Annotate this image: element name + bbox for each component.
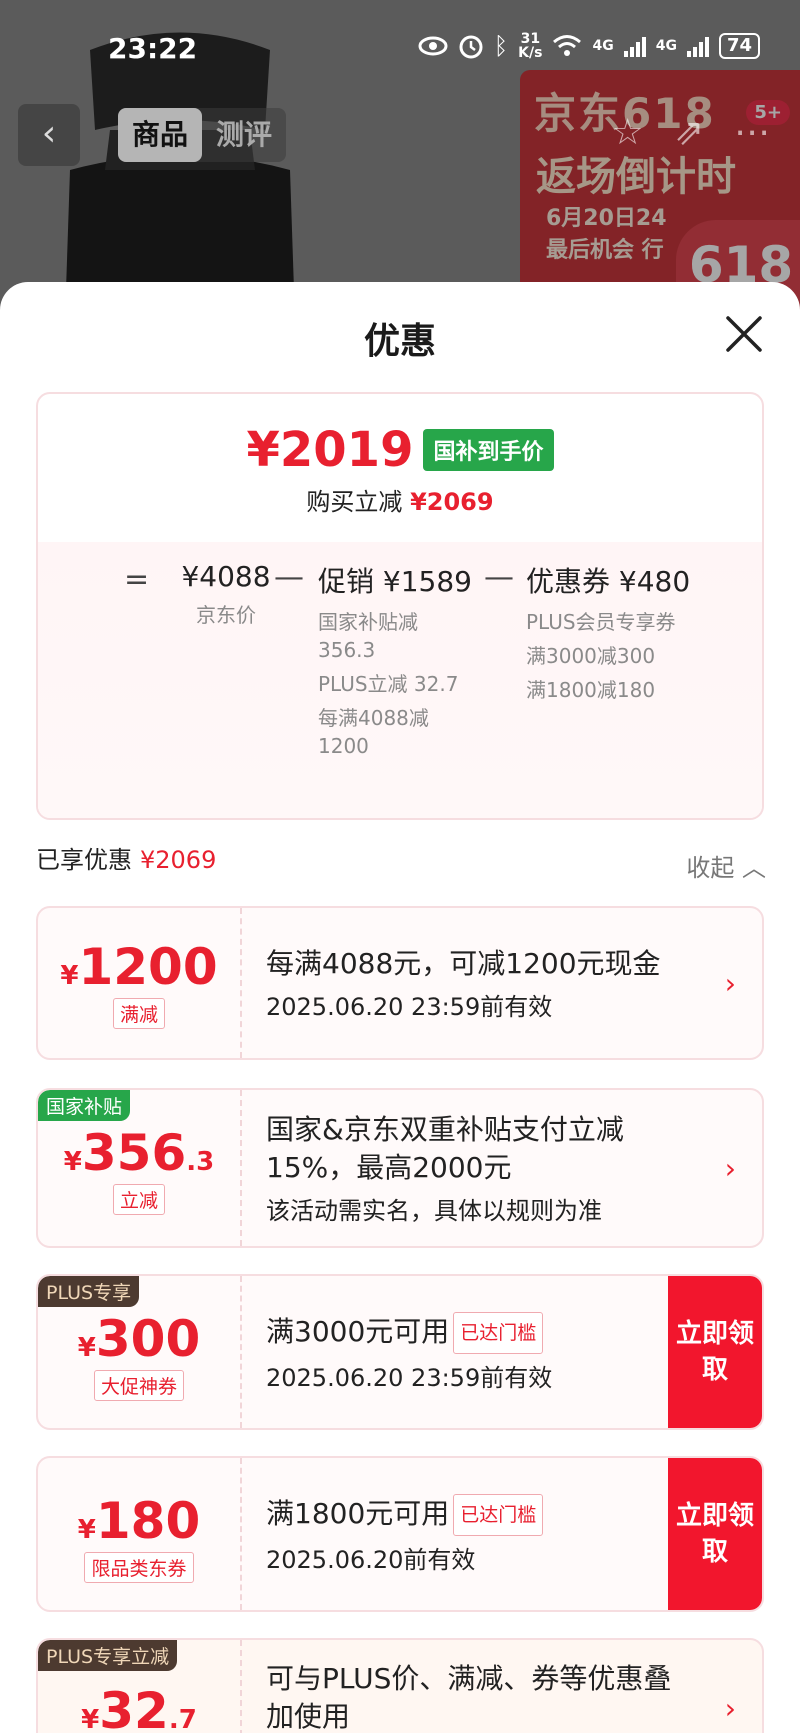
star-icon[interactable]: ☆ <box>612 112 644 153</box>
promo-items: 国家补贴减 356.3 PLUS立减 32.7 每满4088减 1200 <box>318 608 468 760</box>
save-label: 购买立减 <box>306 488 403 516</box>
coupon-item: 满1800减180 <box>526 678 656 702</box>
promo-item: 每满4088减 1200 <box>318 706 429 758</box>
minus-sign-2: — <box>484 560 514 595</box>
coupon-total: 优惠券 ¥480 <box>526 565 691 598</box>
enjoyed-label: 已享优惠 <box>36 846 132 874</box>
eye-icon <box>418 36 448 56</box>
base-price-column: ¥4088 京东价 <box>166 560 286 629</box>
coupon-title-row: 满3000元可用 已达门槛 <box>266 1311 552 1354</box>
top-tabs: 商品 测评 <box>118 108 287 162</box>
chevron-right-icon[interactable]: › <box>725 1152 736 1185</box>
wifi-icon <box>553 35 582 56</box>
coupon-card-4: ¥180 限品类东券 满1800元可用 已达门槛 2025.06.20前有效 立即… <box>36 1456 764 1612</box>
chevron-left-icon: ‹ <box>41 113 57 154</box>
promo-column: 促销 ¥1589 国家补贴减 356.3 PLUS立减 32.7 每满4088减… <box>318 560 472 766</box>
status-time: 23:22 <box>108 32 198 65</box>
coupon-title: 每满4088元，可减1200元现金 <box>266 946 661 980</box>
save-line: 购买立减 ¥2069 <box>38 482 762 517</box>
threshold-reached-badge: 已达门槛 <box>453 1311 544 1354</box>
more-icon[interactable]: ⋯ <box>734 112 770 153</box>
chevron-up-icon: ︿ <box>742 854 766 882</box>
coupon-amount: ¥300 <box>77 1310 201 1368</box>
coupon-amount-area: ¥300 大促神券 <box>38 1276 242 1428</box>
enjoyed-value: ¥2069 <box>140 846 217 874</box>
chevron-right-icon[interactable]: › <box>725 967 736 1000</box>
coupon-amount: ¥32.7 <box>81 1682 197 1733</box>
coupon-amount: ¥1200 <box>60 938 218 996</box>
promo-item: 国家补贴减 356.3 <box>318 610 418 662</box>
network-type-1: 4G <box>592 38 614 54</box>
base-price-value: ¥4088 <box>181 560 271 593</box>
claim-button[interactable]: 立即领取 <box>668 1276 762 1428</box>
coupon-rule: 该活动需实名，具体以规则为准 <box>266 1196 602 1225</box>
claim-button[interactable]: 立即领取 <box>668 1458 762 1610</box>
coupon-card-1[interactable]: ¥1200 满减 每满4088元，可减1200元现金 2025.06.20 23… <box>36 906 764 1060</box>
tab-product[interactable]: 商品 <box>118 108 203 162</box>
coupon-validity: 2025.06.20 23:59前有效 <box>266 992 553 1021</box>
signal-icon <box>623 35 646 57</box>
coupon-title: 国家&京东双重补贴支付立减15%，最高2000元 <box>266 1112 624 1184</box>
coupon-card-3: PLUS专享 ¥300 大促神券 满3000元可用 已达门槛 2025.06.20… <box>36 1274 764 1430</box>
coupon-amount-area: ¥1200 满减 <box>38 908 242 1058</box>
network-type-2: 4G <box>655 38 677 54</box>
summary-header: ¥2019 国补到手价 购买立减 ¥2069 <box>38 394 762 542</box>
coupon-amount-area: ¥32.7 <box>38 1640 242 1733</box>
discount-sheet: 优惠 ¥2019 国补到手价 购买立减 ¥2069 = ¥4088 京东价 — … <box>0 282 800 1733</box>
coupon-amount-area: ¥356.3 立减 <box>38 1090 242 1246</box>
signal-icon-2 <box>686 35 709 57</box>
coupon-card-2[interactable]: 国家补贴 ¥356.3 立减 国家&京东双重补贴支付立减15%，最高2000元 … <box>36 1088 764 1248</box>
coupon-card-5[interactable]: PLUS专享立减 ¥32.7 可与PLUS价、满减、券等优惠叠加使用 › <box>36 1638 764 1733</box>
minus-sign-1: — <box>274 560 304 595</box>
threshold-reached-badge: 已达门槛 <box>453 1493 544 1536</box>
coupon-item: 满3000减300 <box>526 644 656 668</box>
enjoyed-discount: 已享优惠 ¥2069 <box>36 840 216 875</box>
coupon-details: 国家&京东双重补贴支付立减15%，最高2000元 该活动需实名，具体以规则为准 <box>266 1090 706 1246</box>
final-price: ¥2019 <box>246 422 414 478</box>
promo-total: 促销 ¥1589 <box>318 565 472 598</box>
coupon-title: 满1800元可用 <box>266 1496 450 1530</box>
bluetooth-icon: ᛒ <box>493 32 509 60</box>
coupon-title: 满3000元可用 <box>266 1314 450 1348</box>
coupon-details: 可与PLUS价、满减、券等优惠叠加使用 <box>266 1640 696 1733</box>
close-icon[interactable] <box>718 308 770 360</box>
coupon-type: 限品类东券 <box>84 1552 194 1583</box>
collapse-button[interactable]: 收起 ︿ <box>686 848 766 883</box>
share-icon[interactable]: ⇗ <box>674 112 704 153</box>
coupon-item: PLUS会员专享券 <box>526 610 676 634</box>
price-summary-card: ¥2019 国补到手价 购买立减 ¥2069 = ¥4088 京东价 — 促销 … <box>36 392 764 820</box>
base-price-label: 京东价 <box>196 603 256 627</box>
equals-sign: = <box>124 562 150 597</box>
coupon-details: 每满4088元，可减1200元现金 2025.06.20 23:59前有效 <box>266 908 661 1058</box>
alarm-icon <box>459 35 483 59</box>
tab-review[interactable]: 测评 <box>202 108 286 162</box>
price-breakdown: = ¥4088 京东价 — 促销 ¥1589 国家补贴减 356.3 PLUS立… <box>38 542 762 818</box>
collapse-label: 收起 <box>686 854 735 882</box>
final-price-tag: 国补到手价 <box>423 429 554 471</box>
battery-icon: 74 <box>718 33 760 59</box>
coupon-title-row: 满1800元可用 已达门槛 <box>266 1493 544 1536</box>
chevron-right-icon[interactable]: › <box>725 1692 736 1725</box>
nav-actions: ☆ ⇗ ⋯ <box>612 112 770 153</box>
coupon-details: 满1800元可用 已达门槛 2025.06.20前有效 <box>266 1458 544 1610</box>
coupon-amount-area: ¥180 限品类东券 <box>38 1458 242 1610</box>
coupon-type: 满减 <box>112 998 165 1029</box>
coupon-column: 优惠券 ¥480 PLUS会员专享券 满3000减300 满1800减180 <box>526 560 691 710</box>
promo-item: PLUS立减 32.7 <box>318 672 459 696</box>
back-button[interactable]: ‹ <box>18 104 80 166</box>
coupon-details: 满3000元可用 已达门槛 2025.06.20 23:59前有效 <box>266 1276 552 1428</box>
status-icons: ᛒ 31 K/s 4G 4G 74 <box>418 32 760 60</box>
status-bar: 23:22 ᛒ 31 K/s 4G 4G 74 <box>0 0 800 96</box>
coupon-amount: ¥356.3 <box>63 1124 215 1182</box>
coupon-validity: 2025.06.20 23:59前有效 <box>266 1363 553 1392</box>
sheet-title: 优惠 <box>363 321 436 362</box>
coupon-items: PLUS会员专享券 满3000减300 满1800减180 <box>526 608 686 704</box>
coupon-validity: 2025.06.20前有效 <box>266 1545 476 1574</box>
coupon-type: 立减 <box>112 1184 165 1215</box>
coupon-type: 大促神券 <box>93 1370 184 1401</box>
coupon-amount: ¥180 <box>77 1492 201 1550</box>
save-value: ¥2069 <box>410 488 494 516</box>
network-speed: 31 K/s <box>518 31 543 61</box>
coupon-title: 可与PLUS价、满减、券等优惠叠加使用 <box>266 1662 672 1733</box>
